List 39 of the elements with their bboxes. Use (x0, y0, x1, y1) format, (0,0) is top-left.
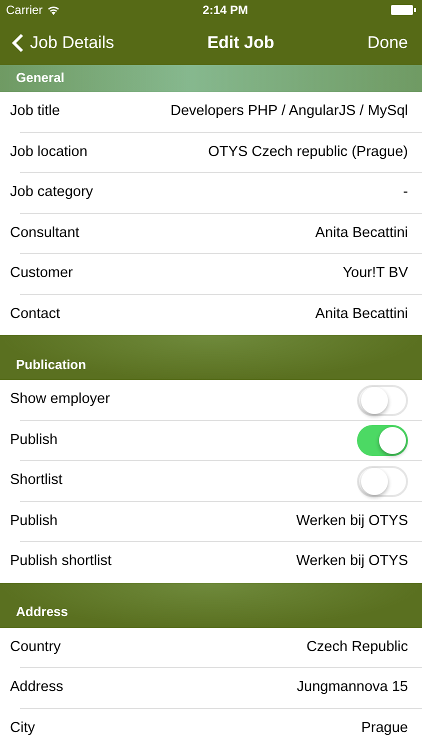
row-label: Contact (10, 304, 60, 324)
row-label: Job location (10, 142, 88, 162)
chevron-left-icon (12, 32, 24, 52)
row-label: Show employer (10, 390, 110, 410)
row-value: Your!T BV (342, 264, 408, 284)
nav-title: Edit Job (207, 32, 274, 54)
done-button[interactable]: Done (367, 30, 408, 56)
toggle-switch[interactable] (357, 384, 408, 416)
row-value: Werken bij OTYS (296, 552, 408, 572)
row-value: Developers PHP / AngularJS / MySql (170, 102, 408, 122)
row-label: Shortlist (10, 471, 62, 490)
row-value: Anita Becattini (315, 304, 408, 324)
row-label: Customer (10, 264, 73, 284)
section-title: General (16, 68, 64, 86)
row-label: Country (10, 638, 61, 657)
toggle-switch[interactable] (357, 425, 408, 456)
row-label: Job category (10, 183, 94, 202)
row-value: Prague (361, 718, 408, 738)
row-label: Address (10, 678, 64, 698)
row-value: Jungmannova 15 (296, 678, 408, 698)
row-label: Job title (10, 102, 60, 122)
section-title: Address (16, 603, 68, 621)
battery-icon (391, 5, 416, 15)
row-label: Publish (10, 430, 58, 450)
row-label: City (10, 718, 35, 738)
row-value: - (403, 183, 408, 202)
carrier-label: Carrier (6, 2, 43, 19)
row-value: Werken bij OTYS (296, 512, 408, 531)
row-label: Publish shortlist (10, 552, 112, 572)
row-label: Consultant (10, 224, 80, 243)
wifi-icon (46, 5, 60, 15)
row-value: OTYS Czech republic (Prague) (208, 142, 408, 162)
toggle-switch[interactable] (357, 466, 408, 497)
row-value: Anita Becattini (315, 224, 408, 243)
section-title: Publication (16, 356, 86, 374)
row-label: Publish (10, 512, 58, 531)
row-value: Czech Republic (306, 638, 408, 657)
back-button[interactable]: Job Details (12, 30, 114, 56)
status-time: 2:14 PM (202, 2, 248, 19)
